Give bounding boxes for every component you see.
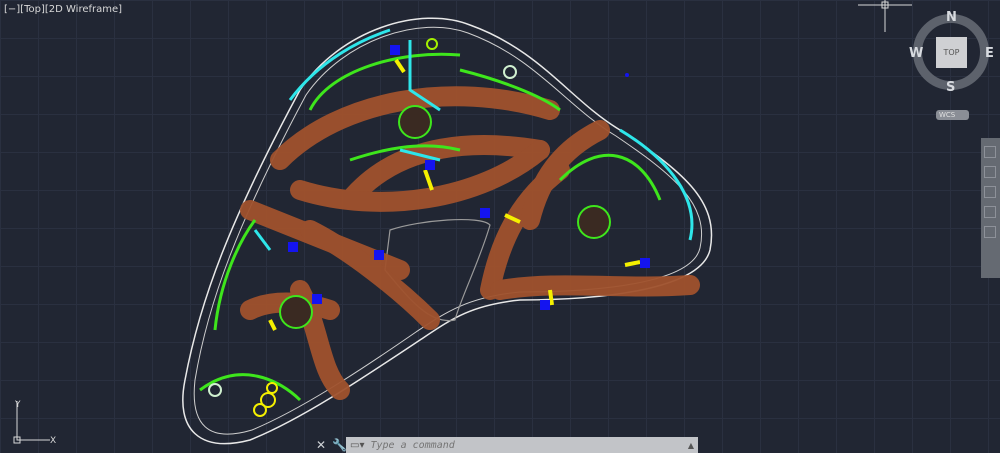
ucs-y-label: Y [14, 400, 21, 410]
recent-commands-icon[interactable]: ▭▾ [350, 440, 364, 451]
wcs-dropdown[interactable]: WCS [936, 110, 969, 120]
viewcube-top-face[interactable]: TOP [936, 37, 967, 68]
pan-icon[interactable] [984, 166, 996, 178]
compass-south[interactable]: S [946, 80, 955, 95]
blue-blocks [288, 45, 650, 310]
showmotion-icon[interactable] [984, 226, 996, 238]
ucs-icon: Y X [13, 400, 56, 446]
compass-west[interactable]: W [909, 46, 923, 61]
ucs-x-label: X [50, 436, 56, 446]
command-input[interactable] [368, 438, 673, 452]
compass-north[interactable]: N [946, 10, 957, 25]
steering-wheel-icon[interactable] [984, 146, 996, 158]
zoom-extents-icon[interactable] [984, 186, 996, 198]
customize-wrench-icon[interactable]: 🔧 [332, 438, 347, 452]
command-history-arrow-icon[interactable]: ▲ [688, 441, 694, 450]
close-command-line-icon[interactable]: ✕ [316, 438, 326, 452]
cad-drawing[interactable] [0, 0, 1000, 453]
brown-walkways [240, 86, 700, 400]
command-line: ▭▾ ▲ [346, 437, 698, 453]
crosshair-cursor [858, 0, 912, 32]
compass-east[interactable]: E [985, 46, 994, 61]
navigation-bar [981, 138, 1000, 278]
site-boundary [182, 17, 713, 445]
orbit-icon[interactable] [984, 206, 996, 218]
